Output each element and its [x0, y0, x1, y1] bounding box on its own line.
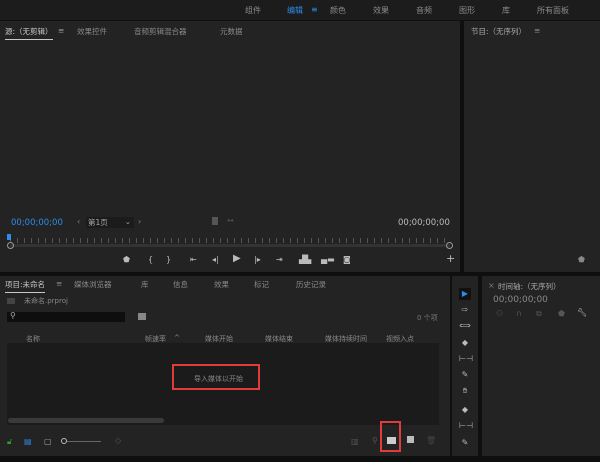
pen-tool-2-icon[interactable]: ✎	[459, 437, 471, 449]
project-bin-icon	[7, 298, 15, 304]
program-monitor-panel	[464, 21, 600, 272]
tab-info[interactable]: 信息	[173, 279, 188, 290]
import-media-message[interactable]: 导入媒体以开始	[194, 374, 243, 384]
export-frame-camera-icon[interactable]: ◙	[343, 255, 351, 264]
workspace-bar: 组件 编辑 ≡ 颜色 效果 音频 图形 库 所有面板	[0, 0, 600, 20]
source-timecode-current[interactable]: 00;00;00;00	[11, 218, 63, 228]
workspace-tab-libraries[interactable]: 库	[502, 5, 510, 16]
workspace-tab-audio[interactable]: 音频	[416, 5, 432, 16]
workspace-tab-editing[interactable]: 编辑	[287, 5, 303, 16]
close-icon[interactable]: ×	[488, 281, 495, 290]
add-marker-icon[interactable]: ⬟	[123, 255, 130, 264]
tab-libraries[interactable]: 库	[141, 279, 149, 290]
project-file-name: 未命名.prproj	[24, 297, 68, 305]
column-name[interactable]: 名称	[26, 334, 40, 344]
snap-icon[interactable]: ∩	[516, 309, 522, 318]
tab-history[interactable]: 历史记录	[296, 279, 326, 290]
selection-tool-icon[interactable]: ▶	[459, 288, 471, 300]
slip-tool-icon[interactable]: ⊢⊣	[459, 353, 473, 365]
workspace-tab-all-panels[interactable]: 所有面板	[537, 5, 569, 16]
overwrite-icon[interactable]: ▄▬	[321, 255, 335, 264]
automate-to-sequence-icon[interactable]: ▥	[351, 437, 359, 446]
tab-markers[interactable]: 标记	[254, 279, 269, 290]
new-bin-folder-icon[interactable]	[387, 437, 396, 444]
page-select[interactable]: 第1页 ⌄	[86, 217, 134, 228]
insert-icon[interactable]: ▟▙	[299, 255, 311, 264]
item-count: 0 个项	[417, 314, 438, 322]
tab-program[interactable]: 节目:（无序列）	[471, 26, 526, 37]
add-marker-timeline-icon[interactable]: ⬟	[558, 309, 565, 318]
workspace-tab-graphics[interactable]: 图形	[459, 5, 475, 16]
column-media-duration[interactable]: 媒体持续时间	[325, 334, 367, 344]
tab-metadata[interactable]: 元数据	[220, 26, 243, 37]
search-input[interactable]: ⚲	[7, 311, 125, 322]
icon-view-icon[interactable]: ▢	[44, 437, 52, 446]
drag-icon[interactable]: ↔	[227, 216, 234, 225]
track-select-tool-icon[interactable]: ⇨	[459, 304, 471, 316]
tab-effects[interactable]: 效果	[214, 279, 229, 290]
new-item-icon[interactable]	[407, 436, 414, 443]
linked-selection-icon[interactable]: ⧉	[536, 309, 542, 319]
workspace-menu-icon[interactable]: ≡	[311, 5, 318, 14]
safe-margins-icon[interactable]	[212, 217, 218, 225]
tab-media-browser[interactable]: 媒体浏览器	[74, 279, 112, 290]
chevron-down-icon: ⌄	[124, 217, 131, 226]
time-ruler[interactable]	[10, 238, 450, 243]
ripple-edit-tool-icon[interactable]: ⟺	[459, 320, 471, 332]
next-page-icon[interactable]: ›	[138, 217, 141, 226]
scroll-handle-left[interactable]	[7, 242, 14, 249]
step-back-icon[interactable]: ◂|	[212, 255, 219, 264]
prev-page-icon[interactable]: ‹	[77, 217, 80, 226]
pen-tool-icon[interactable]: ✎	[459, 369, 471, 381]
timeline-timecode[interactable]: 00;00;00;00	[493, 295, 548, 305]
tab-effect-controls[interactable]: 效果控件	[77, 26, 107, 37]
zoom-scrollbar[interactable]	[10, 244, 450, 247]
mark-in-icon[interactable]: {	[148, 255, 153, 264]
tab-project[interactable]: 项目:未命名	[5, 279, 46, 293]
tab-timeline[interactable]: 时间轴:（无序列）	[498, 281, 561, 292]
tab-source[interactable]: 源:（无剪辑）	[5, 26, 53, 40]
new-search-bin-icon[interactable]	[138, 313, 146, 320]
workspace-tab-effects[interactable]: 效果	[373, 5, 389, 16]
workspace-tab-assembly[interactable]: 组件	[245, 5, 261, 16]
source-timecode-duration: 00;00;00;00	[398, 218, 450, 228]
column-frame-rate[interactable]: 帧速率	[145, 334, 166, 344]
scroll-handle-right[interactable]	[446, 242, 453, 249]
source-monitor-panel	[0, 21, 460, 272]
column-video-in-point[interactable]: 视频入点	[386, 334, 414, 344]
workspace-tab-color[interactable]: 颜色	[330, 5, 346, 16]
program-marker-icon[interactable]: ⬟	[578, 255, 585, 264]
razor-tool-icon[interactable]: ◆	[459, 337, 471, 349]
tab-audio-clip-mixer[interactable]: 音频剪辑混合器	[134, 26, 187, 37]
hand-tool-icon[interactable]: ✋︎	[459, 385, 471, 397]
sort-icon[interactable]: ◇	[115, 436, 121, 445]
trash-icon[interactable]: 🗑︎	[426, 436, 436, 445]
go-to-in-icon[interactable]: ⇤	[190, 255, 197, 264]
column-media-end[interactable]: 媒体结束	[265, 334, 293, 344]
nest-icon[interactable]: ⚇	[496, 309, 503, 318]
horizontal-scrollbar[interactable]	[8, 418, 164, 423]
column-media-start[interactable]: 媒体开始	[205, 334, 233, 344]
zoom-slider[interactable]	[67, 441, 101, 442]
mark-out-icon[interactable]: }	[166, 255, 171, 264]
play-icon[interactable]: ▶	[233, 253, 241, 264]
wrench-icon[interactable]: 🔧︎	[577, 308, 587, 317]
slip-tool-2-icon[interactable]: ⊢⊣	[459, 420, 473, 432]
search-icon: ⚲	[10, 311, 16, 320]
go-to-out-icon[interactable]: ⇥	[276, 255, 283, 264]
step-forward-icon[interactable]: |▸	[254, 255, 261, 264]
playhead[interactable]	[7, 234, 11, 240]
find-icon[interactable]: ⚲	[372, 436, 378, 445]
razor-tool-2-icon[interactable]: ◆	[459, 404, 471, 416]
lock-icon[interactable]: 🔓︎	[7, 437, 12, 447]
sort-ascending-icon[interactable]: ^	[174, 334, 180, 342]
list-view-icon[interactable]: ▤	[24, 437, 32, 446]
button-editor-plus-icon[interactable]: +	[446, 252, 455, 265]
